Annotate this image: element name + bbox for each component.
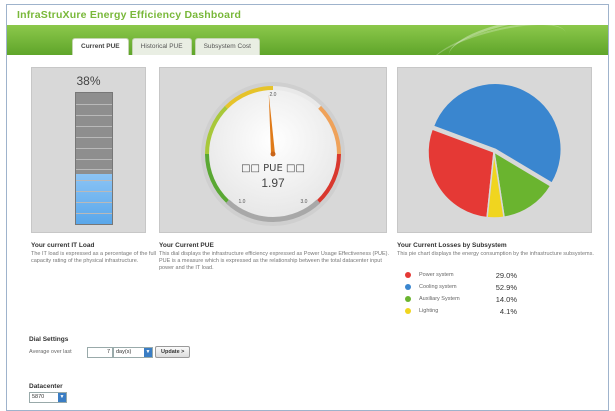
- pue-title: Your Current PUE: [159, 242, 214, 249]
- bar-segment-line: [76, 213, 112, 214]
- it-load-fill: [76, 174, 112, 224]
- losses-pie-chart: [427, 82, 563, 219]
- legend-dot: [405, 308, 411, 314]
- it-load-caption: Your current IT Load The IT load is expr…: [31, 242, 156, 265]
- losses-panel: [397, 67, 592, 233]
- legend-value: 14.0%: [495, 294, 517, 304]
- it-load-title: Your current IT Load: [31, 242, 95, 249]
- pue-description: This dial displays the infrastructure ef…: [159, 251, 389, 271]
- gauge-hub: [270, 151, 276, 157]
- bar-segment-line: [76, 180, 112, 181]
- bar-segment-line: [76, 115, 112, 116]
- update-button[interactable]: Update >: [155, 346, 191, 358]
- legend-item: Auxiliary System 14.0%: [405, 293, 517, 305]
- tab-bar: Current PUE Historical PUE Subsystem Cos…: [72, 38, 260, 55]
- it-load-bar: [75, 92, 113, 225]
- legend-label: Power system: [419, 272, 454, 278]
- legend-label: Lighting: [419, 308, 439, 314]
- legend-label: Cooling system: [419, 284, 457, 290]
- chevron-down-icon: ▼: [58, 393, 66, 402]
- pue-panel: 2.0 1.0 3.0 □□ PUE □□ 1.97: [159, 67, 387, 233]
- chevron-down-icon: ▼: [144, 348, 152, 357]
- datacenter-title: Datacenter: [29, 383, 63, 390]
- bar-segment-line: [76, 159, 112, 160]
- bar-segment-line: [76, 126, 112, 127]
- tab-subsystem-cost[interactable]: Subsystem Cost: [194, 38, 260, 55]
- period-unit-select[interactable]: day(s) ▼: [113, 347, 153, 358]
- legend-value: 52.9%: [495, 282, 517, 292]
- it-load-description: The IT load is expressed as a percentage…: [31, 251, 156, 264]
- losses-legend: Power system 29.0% Cooling system 52.9% …: [405, 269, 517, 317]
- pue-gauge: 2.0 1.0 3.0 □□ PUE □□ 1.97: [201, 82, 345, 226]
- banner-decoration: [424, 25, 572, 55]
- tab-current-pue[interactable]: Current PUE: [72, 38, 129, 55]
- legend-dot: [405, 272, 411, 278]
- gauge-scale-label: 3.0: [301, 199, 308, 205]
- tab-historical-pue[interactable]: Historical PUE: [131, 38, 192, 55]
- average-period-input[interactable]: 7: [87, 347, 113, 358]
- period-unit-value: day(s): [116, 349, 132, 355]
- pue-value: 1.97: [261, 176, 285, 190]
- title-bar: InfraStruXure Energy Efficiency Dashboar…: [7, 5, 608, 25]
- legend-dot: [405, 296, 411, 302]
- pue-label: □□ PUE □□: [241, 163, 305, 174]
- bar-segment-line: [76, 104, 112, 105]
- bar-segment-line: [76, 191, 112, 192]
- legend-label: Auxiliary System: [419, 296, 460, 302]
- datacenter-select[interactable]: 5870 ▼: [29, 392, 67, 403]
- gauge-scale-label: 1.0: [239, 199, 246, 205]
- gauge-scale-label: 2.0: [270, 92, 277, 98]
- losses-description: This pie chart displays the energy consu…: [397, 251, 594, 257]
- it-load-panel: 38%: [31, 67, 146, 233]
- bar-segment-line: [76, 137, 112, 138]
- it-load-percent: 38%: [76, 74, 101, 88]
- bar-segment-line: [76, 148, 112, 149]
- bar-segment-line: [76, 169, 112, 170]
- dashboard-window: InfraStruXure Energy Efficiency Dashboar…: [6, 4, 609, 411]
- legend-dot: [405, 284, 411, 290]
- legend-value: 29.0%: [495, 270, 517, 280]
- losses-title: Your Current Losses by Subsystem: [397, 242, 507, 249]
- average-over-label: Average over last: [29, 349, 72, 355]
- legend-item: Power system 29.0%: [405, 269, 517, 281]
- legend-item: Cooling system 52.9%: [405, 281, 517, 293]
- losses-caption: Your Current Losses by Subsystem This pi…: [397, 242, 602, 258]
- datacenter-value: 5870: [32, 394, 45, 400]
- legend-item: Lighting 4.1%: [405, 305, 517, 317]
- bar-segment-line: [76, 202, 112, 203]
- legend-value: 4.1%: [499, 306, 517, 316]
- pue-caption: Your Current PUE This dial displays the …: [159, 242, 389, 272]
- dial-settings-title: Dial Settings: [29, 336, 69, 343]
- app-title: InfraStruXure Energy Efficiency Dashboar…: [17, 9, 242, 21]
